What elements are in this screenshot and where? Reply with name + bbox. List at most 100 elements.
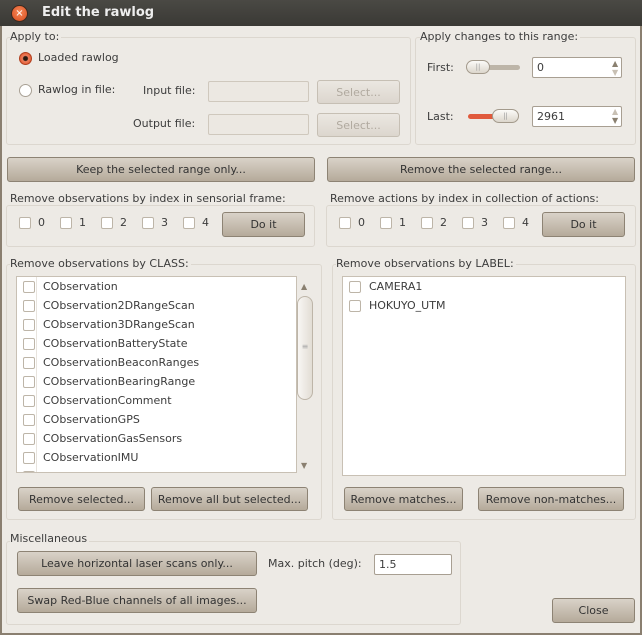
first-label: First: <box>427 61 454 74</box>
class-list-item[interactable]: CObservationGPS <box>17 410 140 429</box>
keep-range-button[interactable]: Keep the selected range only... <box>7 157 315 182</box>
class-list-item[interactable]: CObservationGasSensors <box>17 429 182 448</box>
label-list-item[interactable]: CAMERA1 <box>343 277 422 296</box>
class-list-item[interactable]: CObservation3DRangeScan <box>17 315 195 334</box>
class-item-checkbox[interactable] <box>23 280 35 293</box>
class-list-item[interactable]: CObservationComment <box>17 391 172 410</box>
class-item-checkbox[interactable] <box>23 470 35 472</box>
class-item-label: CObservationImage <box>43 470 152 472</box>
class-item-label: CObservation2DRangeScan <box>43 299 195 312</box>
obs-index-checkbox-4[interactable] <box>183 217 195 229</box>
last-value: 2961 <box>537 110 565 123</box>
act-index-checkbox-4[interactable] <box>503 217 515 229</box>
act-index-do-it-button[interactable]: Do it <box>542 212 625 237</box>
act-index-checkbox-label: 1 <box>399 216 406 229</box>
class-item-label: CObservationGPS <box>43 413 140 426</box>
obs-index-label: Remove observations by index in sensoria… <box>10 192 288 205</box>
scroll-down-icon[interactable]: ▼ <box>301 461 307 470</box>
obs-index-checkbox-label: 3 <box>161 216 168 229</box>
misc-label: Miscellaneous <box>10 532 90 545</box>
class-list-item[interactable]: CObservationIMU <box>17 448 138 467</box>
obs-index-checkbox-3[interactable] <box>142 217 154 229</box>
label-filter-label: Remove observations by LABEL: <box>336 257 516 270</box>
last-label: Last: <box>427 110 454 123</box>
remove-selected-button[interactable]: Remove selected... <box>18 487 145 511</box>
loaded-rawlog-radio[interactable] <box>19 52 32 65</box>
input-file-field[interactable] <box>208 81 309 102</box>
class-item-checkbox[interactable] <box>23 432 35 445</box>
act-index-checkbox-3[interactable] <box>462 217 474 229</box>
range-label: Apply changes to this range: <box>420 30 581 43</box>
output-file-field[interactable] <box>208 114 309 135</box>
last-slider-handle[interactable]: || <box>492 109 519 123</box>
spin-down-icon[interactable]: ▼ <box>612 116 618 125</box>
first-spinbox[interactable]: 0 <box>532 57 622 78</box>
class-item-label: CObservationIMU <box>43 451 139 464</box>
class-item-checkbox[interactable] <box>23 394 35 407</box>
class-item-label: CObservationGasSensors <box>43 432 183 445</box>
last-spinbox[interactable]: 2961 <box>532 106 622 127</box>
class-item-checkbox[interactable] <box>23 451 35 464</box>
class-item-checkbox[interactable] <box>23 375 35 388</box>
spin-down-icon[interactable]: ▼ <box>612 68 618 77</box>
select-output-button[interactable]: Select... <box>317 113 400 137</box>
obs-index-checkbox-2[interactable] <box>101 217 113 229</box>
act-index-label: Remove actions by index in collection of… <box>330 192 601 205</box>
class-item-checkbox[interactable] <box>23 337 35 350</box>
spin-up-icon[interactable]: ▲ <box>612 59 618 68</box>
remove-range-button[interactable]: Remove the selected range... <box>327 157 635 182</box>
output-file-label: Output file: <box>133 117 196 130</box>
act-index-checkbox-label: 2 <box>440 216 447 229</box>
class-item-checkbox[interactable] <box>23 318 35 331</box>
scrollbar-thumb[interactable]: ≡ <box>297 296 313 400</box>
scroll-up-icon[interactable]: ▲ <box>301 282 307 291</box>
swap-red-blue-button[interactable]: Swap Red-Blue channels of all images... <box>17 588 257 613</box>
label-item-checkbox[interactable] <box>349 299 361 312</box>
leave-horizontal-scans-button[interactable]: Leave horizontal laser scans only... <box>17 551 257 576</box>
remove-matches-button[interactable]: Remove matches... <box>344 487 463 511</box>
rawlog-in-file-radio[interactable] <box>19 84 32 97</box>
class-label: Remove observations by CLASS: <box>10 257 191 270</box>
select-input-button[interactable]: Select... <box>317 80 400 104</box>
act-index-checkbox-label: 4 <box>522 216 529 229</box>
max-pitch-input[interactable]: 1.5 <box>374 554 452 575</box>
act-index-checkbox-2[interactable] <box>421 217 433 229</box>
label-item-label: CAMERA1 <box>369 280 423 293</box>
remove-all-but-selected-button[interactable]: Remove all but selected... <box>151 487 308 511</box>
loaded-rawlog-label: Loaded rawlog <box>38 51 119 64</box>
label-item-checkbox[interactable] <box>349 280 361 293</box>
act-index-checkbox-0[interactable] <box>339 217 351 229</box>
first-slider-handle[interactable]: || <box>466 60 490 74</box>
rawlog-in-file-label: Rawlog in file: <box>38 83 116 96</box>
obs-index-checkbox-label: 2 <box>120 216 127 229</box>
window-title: Edit the rawlog <box>42 5 155 20</box>
close-window-icon[interactable]: × <box>11 5 28 22</box>
obs-index-do-it-button[interactable]: Do it <box>222 212 305 237</box>
act-index-checkbox-1[interactable] <box>380 217 392 229</box>
obs-index-checkbox-1[interactable] <box>60 217 72 229</box>
class-list-item[interactable]: CObservationBearingRange <box>17 372 195 391</box>
range-frame <box>415 37 636 145</box>
class-list-item[interactable]: CObservationImage <box>17 467 152 472</box>
first-value: 0 <box>537 61 544 74</box>
class-item-label: CObservationBatteryState <box>43 337 188 350</box>
class-list-item[interactable]: CObservation2DRangeScan <box>17 296 195 315</box>
max-pitch-label: Max. pitch (deg): <box>268 557 362 570</box>
act-index-checkbox-label: 3 <box>481 216 488 229</box>
close-button[interactable]: Close <box>552 598 635 623</box>
label-list-item[interactable]: HOKUYO_UTM <box>343 296 445 315</box>
obs-index-checkbox-label: 1 <box>79 216 86 229</box>
obs-index-checkbox-0[interactable] <box>19 217 31 229</box>
label-list: CAMERA1 HOKUYO_UTM <box>342 276 626 476</box>
class-item-checkbox[interactable] <box>23 413 35 426</box>
act-index-checkbox-label: 0 <box>358 216 365 229</box>
spin-up-icon[interactable]: ▲ <box>612 107 618 116</box>
class-item-checkbox[interactable] <box>23 299 35 312</box>
apply-to-label: Apply to: <box>10 30 62 43</box>
class-list-item[interactable]: CObservation <box>17 277 118 296</box>
class-item-checkbox[interactable] <box>23 356 35 369</box>
class-list-item[interactable]: CObservationBeaconRanges <box>17 353 199 372</box>
class-item-label: CObservationBearingRange <box>43 375 196 388</box>
remove-non-matches-button[interactable]: Remove non-matches... <box>478 487 624 511</box>
class-list-item[interactable]: CObservationBatteryState <box>17 334 188 353</box>
